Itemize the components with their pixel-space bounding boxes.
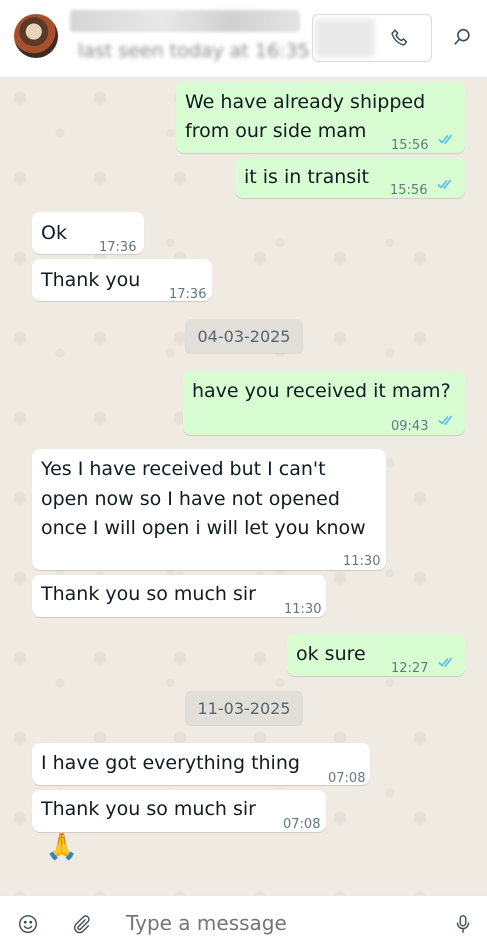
call-button-group[interactable] [312, 14, 432, 62]
message-time: 07:08 [328, 771, 366, 786]
chat-header: last seen today at 16:35 [0, 0, 487, 78]
praying-hands-emoji: 🙏 [45, 832, 79, 862]
message-time: 12:27 [391, 661, 429, 676]
message-text: open now so I have not opened [41, 488, 340, 510]
last-seen-status: last seen today at 16:35 [78, 40, 308, 62]
message-bubble-incoming[interactable]: Ok 17:36 [32, 212, 144, 255]
message-time: 15:56 [390, 183, 428, 198]
message-bubble-incoming[interactable]: Yes I have received but I can't open now… [32, 449, 386, 570]
message-bubble-incoming[interactable]: I have got everything thing 07:08 [32, 743, 370, 786]
date-separator: 04-03-2025 [185, 319, 303, 353]
smiley-icon[interactable] [13, 909, 43, 939]
video-call-blurred[interactable] [315, 19, 375, 57]
paperclip-icon[interactable] [66, 909, 96, 939]
search-icon[interactable] [447, 22, 477, 52]
contact-name-blurred[interactable] [70, 10, 300, 32]
read-ticks-icon [438, 415, 453, 426]
read-ticks-icon [437, 179, 452, 190]
message-text: ok sure [296, 643, 366, 665]
message-time: 07:08 [283, 817, 321, 832]
message-text: it is in transit [244, 166, 369, 188]
message-bubble-outgoing[interactable]: it is in transit 15:56 [235, 158, 465, 198]
phone-icon[interactable] [385, 23, 415, 53]
message-bubble-incoming[interactable]: Thank you so much sir 07:08 [32, 790, 326, 832]
message-text: Thank you [41, 269, 141, 291]
message-text: Yes I have received but I can't [41, 458, 326, 480]
message-input[interactable] [126, 908, 426, 938]
message-bubble-incoming[interactable]: Thank you 17:36 [32, 259, 212, 302]
message-bubble-outgoing[interactable]: We have already shipped from our side ma… [176, 82, 465, 153]
message-time: 17:36 [169, 287, 207, 302]
message-composer [0, 895, 487, 951]
microphone-icon[interactable] [448, 909, 478, 939]
date-separator: 11-03-2025 [185, 691, 303, 725]
message-text: have you received it mam? [192, 380, 451, 402]
message-text: from our side mam [185, 120, 367, 142]
message-text: Thank you so much sir [41, 798, 256, 820]
message-text: once I will open i will let you know [41, 517, 366, 539]
contact-avatar[interactable] [14, 14, 58, 58]
message-bubble-outgoing[interactable]: ok sure 12:27 [287, 634, 465, 676]
message-text: I have got everything thing [41, 752, 300, 774]
message-text: Ok [41, 222, 67, 244]
message-time: 09:43 [391, 419, 429, 434]
read-ticks-icon [438, 657, 453, 668]
message-time: 11:30 [343, 554, 381, 569]
message-text: Thank you so much sir [41, 583, 256, 605]
message-bubble-incoming[interactable]: Thank you so much sir 11:30 [32, 575, 326, 617]
message-list[interactable]: We have already shipped from our side ma… [0, 78, 487, 895]
message-bubble-outgoing[interactable]: have you received it mam? 09:43 [183, 371, 465, 435]
message-text: We have already shipped [185, 91, 426, 113]
message-time: 15:56 [391, 138, 429, 153]
read-ticks-icon [438, 134, 453, 145]
message-time: 11:30 [284, 602, 322, 617]
